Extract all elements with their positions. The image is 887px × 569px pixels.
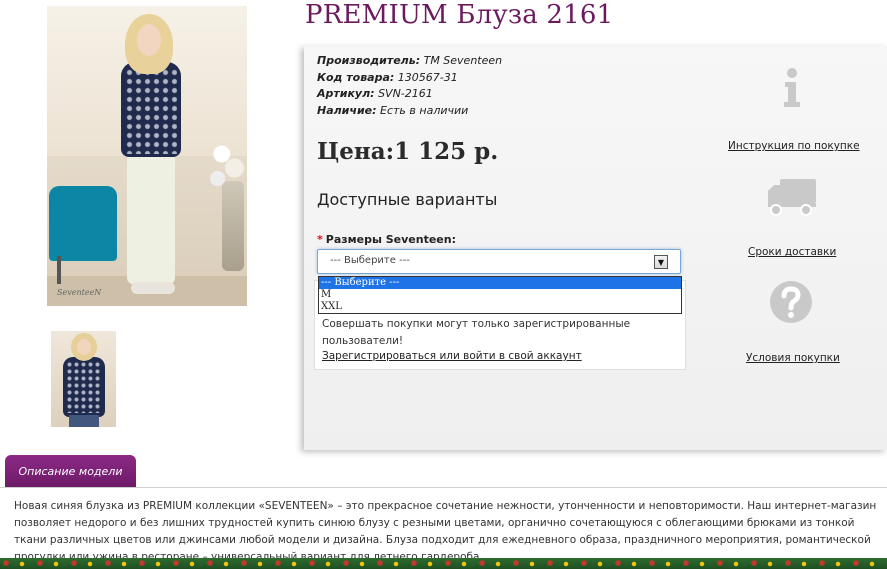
notice-text: Совершать покупки могут только зарегистр… — [322, 318, 631, 347]
meta-value: TM Seventeen — [423, 54, 503, 67]
login-register-link[interactable]: Зарегистрироваться или войти в свой акка… — [322, 350, 582, 362]
required-mark: * — [317, 233, 323, 246]
meta-key: Код товара: — [317, 70, 395, 84]
meta-manufacturer: Производитель: TM Seventeen — [317, 53, 502, 70]
size-option[interactable]: M — [319, 289, 681, 301]
info-icon[interactable] — [780, 68, 804, 108]
meta-key: Артикул: — [317, 87, 375, 100]
instructions-link[interactable]: Инструкция по покупке — [728, 140, 860, 152]
product-thumbnail[interactable] — [51, 331, 116, 427]
meta-key: Производитель: — [317, 54, 421, 67]
product-price: Цена:1 125 р. — [317, 138, 499, 165]
meta-product-code: Код товара: 130567-31 — [317, 70, 502, 87]
description-text: Новая синяя блузка из PREMIUM коллекции … — [14, 500, 877, 563]
photo-chair — [49, 186, 117, 261]
photo-chair-leg — [57, 256, 61, 284]
decorative-garland — [0, 558, 887, 569]
size-option[interactable]: XXL — [319, 301, 681, 313]
meta-value: Есть в наличии — [380, 103, 469, 117]
photo-blouse-pattern — [125, 68, 177, 154]
truck-icon[interactable] — [766, 177, 818, 217]
delivery-link[interactable]: Сроки доставки — [748, 246, 836, 258]
photo-model-face — [137, 24, 161, 56]
dropdown-arrow-icon[interactable]: ▼ — [654, 255, 668, 269]
thumb-face — [77, 339, 91, 355]
meta-value: SVN-2161 — [378, 87, 433, 100]
meta-sku: Артикул: SVN-2161 — [317, 86, 502, 103]
photo-vase — [222, 181, 244, 271]
size-label: * Размеры Seventeen: — [317, 233, 456, 246]
meta-availability: Наличие: Есть в наличии — [317, 103, 502, 120]
question-icon[interactable] — [768, 279, 814, 325]
product-meta: Производитель: TM Seventeen Код товара: … — [317, 53, 502, 119]
size-option[interactable]: --- Выберите --- — [319, 277, 681, 289]
size-select-value: --- Выберите --- — [330, 255, 410, 266]
tab-description[interactable]: Описание модели — [5, 455, 136, 488]
photo-signature: SeventeeN — [57, 288, 102, 297]
meta-value: 130567-31 — [397, 70, 458, 84]
thumb-jeans — [69, 415, 99, 427]
size-select[interactable]: --- Выберите --- ▼ — [317, 249, 681, 274]
variants-title: Доступные варианты — [317, 190, 498, 209]
meta-key: Наличие: — [317, 103, 377, 117]
size-label-text: Размеры Seventeen: — [325, 233, 456, 246]
product-main-photo[interactable]: SeventeeN — [47, 6, 247, 306]
photo-model-shoes — [131, 282, 175, 294]
size-dropdown-list[interactable]: --- Выберите --- M XXL — [318, 276, 682, 314]
terms-link[interactable]: Условия покупки — [746, 352, 840, 364]
product-title: PREMIUM Блуза 2161 — [305, 0, 614, 30]
thumb-blouse-pattern — [66, 361, 102, 413]
photo-model-pants — [127, 154, 175, 284]
